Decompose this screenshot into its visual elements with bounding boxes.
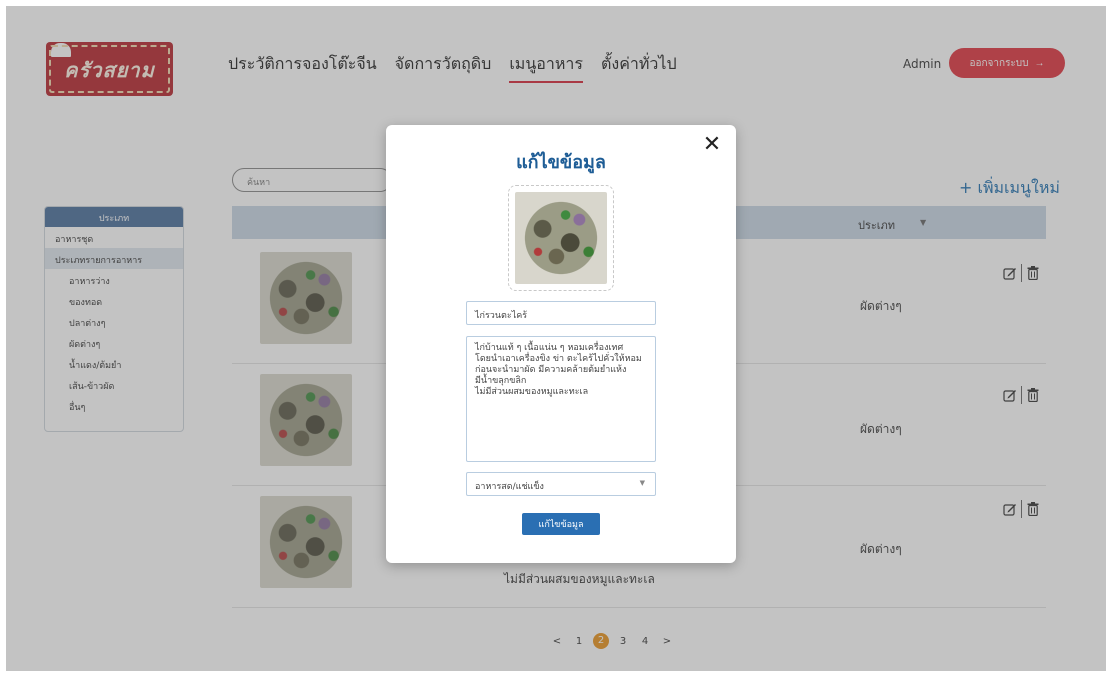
edit-modal: แก้ไขข้อมูล ✕ ไก่รวนตะไคร้ ไก่บ้านแท้ ๆ … (386, 125, 736, 563)
food-image (515, 192, 607, 284)
category-select-value: อาหารสด/แช่แข็ง (475, 482, 544, 492)
menu-name-field[interactable]: ไก่รวนตะไคร้ (466, 301, 656, 325)
close-icon[interactable]: ✕ (700, 133, 724, 157)
menu-description-field[interactable]: ไก่บ้านแท้ ๆ เนื้อแน่น ๆ หอมเครื่องเทศ โ… (466, 336, 656, 462)
image-upload[interactable] (508, 185, 614, 291)
chevron-down-icon: ▼ (639, 479, 645, 487)
category-select[interactable]: อาหารสด/แช่แข็ง ▼ (466, 472, 656, 496)
modal-title: แก้ไขข้อมูล (516, 152, 606, 173)
page: ครัวสยาม ประวัติการจองโต๊ะจีน จัดการวัตถ… (6, 6, 1106, 671)
submit-edit-button[interactable]: แก้ไขข้อมูล (522, 513, 600, 535)
